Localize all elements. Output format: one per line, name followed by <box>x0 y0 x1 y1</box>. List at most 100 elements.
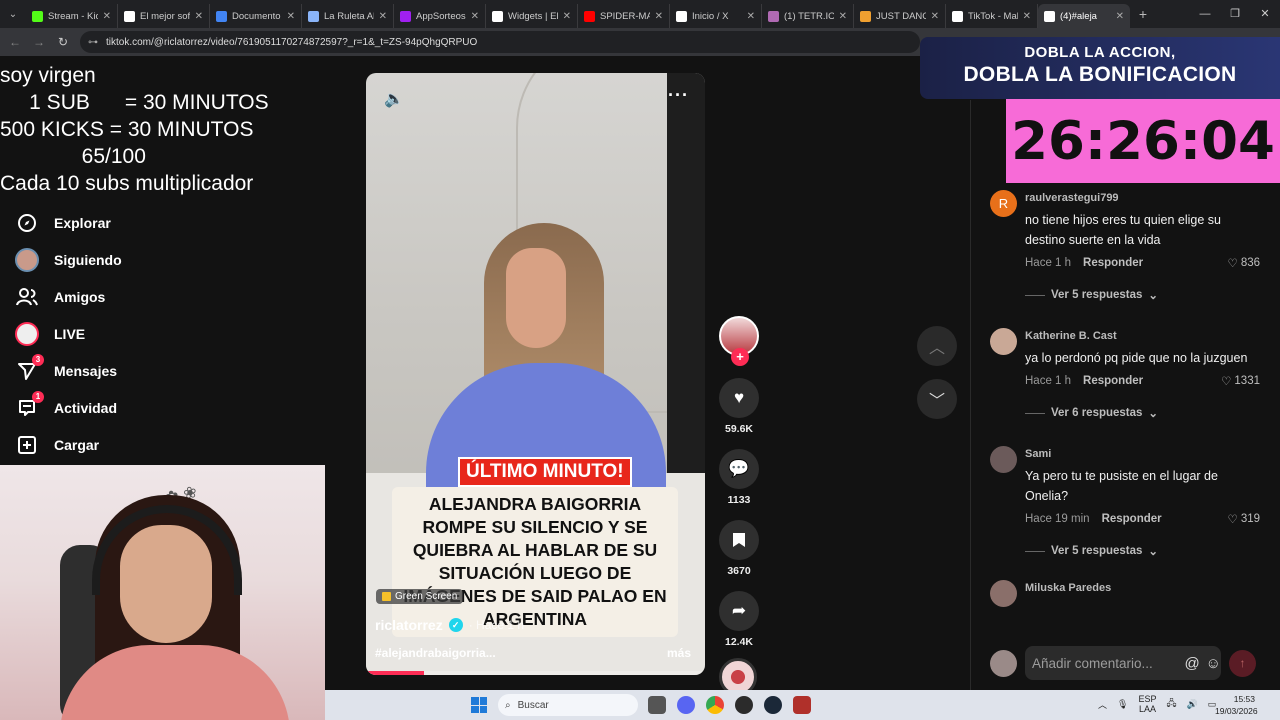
new-tab-button[interactable]: + <box>1130 6 1156 22</box>
previous-video-button[interactable]: ︿ <box>917 326 957 366</box>
share-action[interactable]: ➦ 12.4K <box>717 591 761 648</box>
send-comment-button[interactable]: ↑ <box>1229 649 1256 677</box>
volume-icon[interactable]: 🔈 <box>384 89 404 109</box>
browser-tab[interactable]: JUST DANCE ✕ <box>854 4 946 28</box>
heart-outline-icon: ♡ <box>1227 514 1238 526</box>
volume-tray-icon[interactable]: 🔊 <box>1187 699 1198 710</box>
view-replies-button[interactable]: Ver 6 respuestas ⌄ <box>1025 406 1260 420</box>
video-author[interactable]: riclatorrez ✓ · Hace 1 h <box>375 617 524 633</box>
browser-tab[interactable]: (1) TETR.IO ✕ <box>762 4 854 28</box>
heart-icon[interactable]: ♥ <box>719 378 759 418</box>
effect-label: Green Screen <box>395 591 458 602</box>
site-info-icon[interactable]: ⊶ <box>88 37 98 48</box>
browser-tab[interactable]: Widgets | El ✕ <box>486 4 578 28</box>
reply-button[interactable]: Responder <box>1083 375 1143 387</box>
tab-close-icon[interactable]: ✕ <box>1023 11 1031 22</box>
language-indicator[interactable]: ESP LAA <box>1138 694 1156 714</box>
tab-close-icon[interactable]: ✕ <box>747 11 755 22</box>
back-icon[interactable]: ← <box>8 35 22 49</box>
commenter-name[interactable]: Miluska Paredes <box>1025 582 1260 594</box>
tab-close-icon[interactable]: ✕ <box>655 11 663 22</box>
tab-close-icon[interactable]: ✕ <box>195 11 203 22</box>
discord-icon[interactable] <box>677 696 695 714</box>
comment-like-button[interactable]: ♡ 1331 <box>1221 374 1260 388</box>
tab-close-icon[interactable]: ✕ <box>563 11 571 22</box>
browser-tab-active[interactable]: (4)#aleja ✕ <box>1038 4 1130 28</box>
windows-start-icon[interactable] <box>471 697 487 713</box>
commenter-avatar[interactable]: R <box>990 190 1017 217</box>
emoji-icon[interactable]: ☺ <box>1206 655 1221 672</box>
taskbar-clock[interactable]: 15:53 19/03/2026 <box>1215 693 1258 717</box>
comment-input[interactable]: Añadir comentario... @ ☺ <box>1025 646 1221 680</box>
view-replies-button[interactable]: Ver 5 respuestas ⌄ <box>1025 288 1260 302</box>
expand-description-button[interactable]: más <box>667 646 691 660</box>
tab-close-icon[interactable]: ✕ <box>931 11 939 22</box>
tab-close-icon[interactable]: ✕ <box>287 11 295 22</box>
close-window-icon[interactable]: ✕ <box>1250 0 1280 28</box>
chevron-up-icon[interactable]: ︿ <box>1098 698 1107 711</box>
share-icon[interactable]: ➦ <box>719 591 759 631</box>
commenter-avatar[interactable] <box>990 446 1017 473</box>
tab-close-icon[interactable]: ✕ <box>379 11 387 22</box>
next-video-button[interactable]: ﹀ <box>917 379 957 419</box>
forward-icon[interactable]: → <box>32 35 46 49</box>
tab-close-icon[interactable]: ✕ <box>103 11 111 22</box>
reload-icon[interactable]: ↻ <box>56 35 70 49</box>
obs-icon[interactable] <box>735 696 753 714</box>
address-bar[interactable]: ⊶ tiktok.com/@riclatorrez/video/76190511… <box>80 31 920 53</box>
network-icon[interactable]: 🖧 <box>1166 696 1176 712</box>
commenter-name[interactable]: Sami <box>1025 448 1260 460</box>
sidebar-item-explorar[interactable]: Explorar <box>14 204 314 241</box>
more-options-icon[interactable]: ··· <box>668 85 689 106</box>
video-progress-bar[interactable] <box>366 671 705 675</box>
comment-like-button[interactable]: ♡ 836 <box>1228 256 1261 270</box>
creator-avatar[interactable]: + <box>719 316 759 366</box>
browser-tab[interactable]: AppSorteos ✕ <box>394 4 486 28</box>
reply-button[interactable]: Responder <box>1102 513 1162 525</box>
tab-close-icon[interactable]: ✕ <box>839 11 847 22</box>
like-action[interactable]: ♥ 59.6K <box>717 378 761 435</box>
commenter-name[interactable]: raulverastegui799 <box>1025 192 1260 204</box>
browser-tab[interactable]: TikTok - Make ✕ <box>946 4 1038 28</box>
tab-close-icon[interactable]: ✕ <box>471 11 479 22</box>
comment-like-count: 1331 <box>1234 375 1260 387</box>
browser-tab[interactable]: SPIDER-MAN ✕ <box>578 4 670 28</box>
browser-tab[interactable]: La Ruleta Aleatoria ✕ <box>302 4 394 28</box>
comment-like-button[interactable]: ♡ 319 <box>1228 512 1261 526</box>
microphone-icon[interactable]: 🎙 <box>1117 699 1128 710</box>
comment-action[interactable]: 💬 1133 <box>717 449 761 506</box>
browser-tab[interactable]: Stream - Kick ✕ <box>26 4 118 28</box>
follow-plus-icon[interactable]: + <box>731 348 749 366</box>
chrome-icon[interactable] <box>706 696 724 714</box>
maximize-icon[interactable]: ❐ <box>1220 0 1250 28</box>
task-view-icon[interactable] <box>648 696 666 714</box>
sidebar-item-label: Actividad <box>54 399 118 416</box>
sidebar-item-live[interactable]: LIVE <box>14 315 314 352</box>
sidebar-item-cargar[interactable]: Cargar <box>14 426 314 463</box>
commenter-avatar[interactable] <box>990 328 1017 355</box>
taskbar-search[interactable]: ⌕ Buscar <box>498 694 638 716</box>
video-hashtag[interactable]: #alejandrabaigorria... <box>375 646 496 660</box>
minimize-icon[interactable]: — <box>1190 0 1220 28</box>
mention-icon[interactable]: @ <box>1184 655 1199 672</box>
view-replies-button[interactable]: Ver 5 respuestas ⌄ <box>1025 544 1260 558</box>
video-player[interactable]: 🔈 ··· ÚLTIMO MINUTO! ALEJANDRA BAIGORRIA… <box>366 73 705 675</box>
comment-icon[interactable]: 💬 <box>719 449 759 489</box>
effect-tag[interactable]: Green Screen <box>376 589 464 604</box>
reply-button[interactable]: Responder <box>1083 257 1143 269</box>
tab-close-icon[interactable]: ✕ <box>1116 11 1124 22</box>
tab-search-button[interactable]: ⌄ <box>0 0 26 28</box>
bookmark-icon[interactable] <box>719 520 759 560</box>
browser-tab[interactable]: El mejor software ✕ <box>118 4 210 28</box>
sidebar-item-siguiendo[interactable]: Siguiendo <box>14 241 314 278</box>
sidebar-item-amigos[interactable]: Amigos <box>14 278 314 315</box>
browser-tab[interactable]: Inicio / X ✕ <box>670 4 762 28</box>
steam-icon[interactable] <box>764 696 782 714</box>
sidebar-item-actividad[interactable]: 1 Actividad <box>14 389 314 426</box>
app-icon[interactable] <box>793 696 811 714</box>
browser-tab[interactable]: Documento ✕ <box>210 4 302 28</box>
save-action[interactable]: 3670 <box>717 520 761 577</box>
commenter-avatar[interactable] <box>990 580 1017 607</box>
commenter-name[interactable]: Katherine B. Cast <box>1025 330 1260 342</box>
sidebar-item-mensajes[interactable]: 3 Mensajes <box>14 352 314 389</box>
